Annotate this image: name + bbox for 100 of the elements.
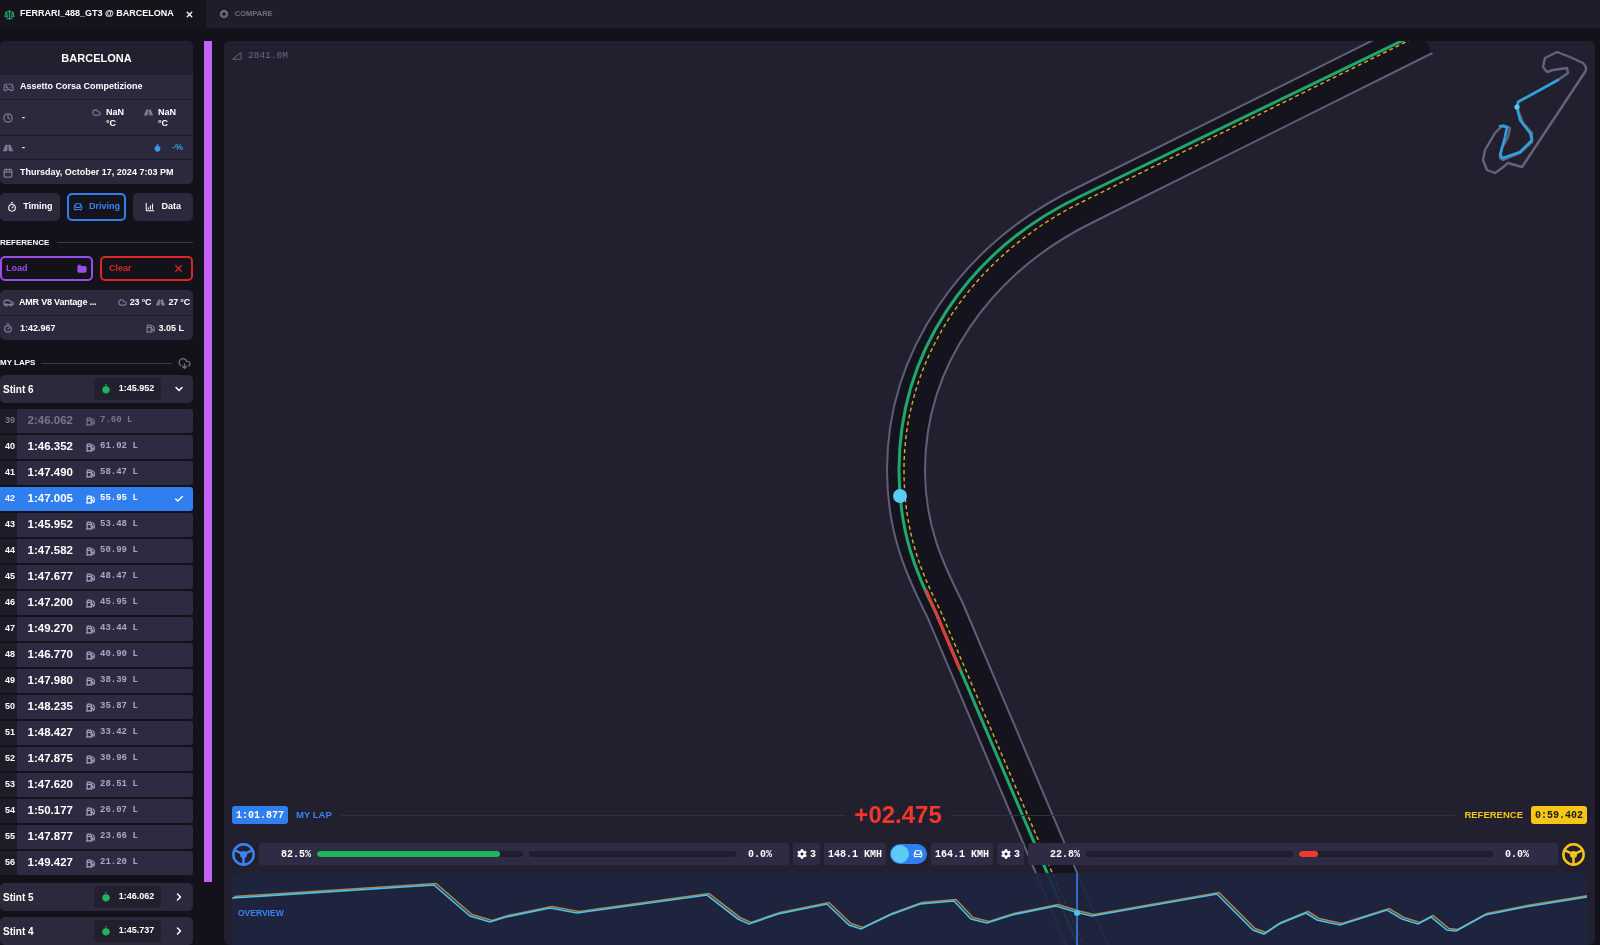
- game-name: Assetto Corsa Competizione: [20, 80, 143, 94]
- stint-header[interactable]: Stint 4 1:45.737: [0, 917, 193, 945]
- lap-row[interactable]: 53 1:47.620 28.51 L: [0, 773, 193, 797]
- pedal-reading: 0.0%: [1505, 847, 1529, 862]
- lap-time: 1:46.352: [27, 439, 73, 455]
- pedal-reading: 0.0%: [748, 847, 772, 862]
- fuel-pump-icon: [86, 494, 95, 504]
- lap-fuel: 45.95 L: [100, 596, 138, 610]
- fuel-pump-icon: [146, 323, 156, 333]
- lap-fuel: 61.02 L: [100, 440, 138, 454]
- lap-fuel: 28.51 L: [100, 778, 138, 792]
- lap-row[interactable]: 42 1:47.005 55.95 L: [0, 487, 193, 511]
- lap-fuel: 55.95 L: [100, 492, 138, 506]
- lap-number: 53: [0, 773, 17, 797]
- gear-icon: [797, 849, 807, 859]
- lap-row[interactable]: 44 1:47.582 50.99 L: [0, 539, 193, 563]
- lap-number: 48: [0, 643, 17, 667]
- lap-fuel: 43.44 L: [100, 622, 138, 636]
- scale-icon: [4, 8, 15, 20]
- track-temperature: NaN °C: [158, 106, 177, 129]
- reference-lap-time: 1:42.967: [20, 321, 56, 335]
- lap-number: 41: [0, 461, 17, 485]
- road-icon: [156, 298, 166, 308]
- lap-row[interactable]: 50 1:48.235 35.87 L: [0, 695, 193, 719]
- cloud-icon: [92, 107, 101, 117]
- stopwatch-icon: [100, 384, 111, 394]
- reference-time-badge: 0:59.402: [1531, 806, 1587, 824]
- gear-icon: [1001, 849, 1011, 859]
- lap-fuel: 58.47 L: [100, 466, 138, 480]
- lap-row[interactable]: 52 1:47.875 30.96 L: [0, 747, 193, 771]
- fuel-pump-icon: [86, 546, 95, 556]
- pedal-reading: 82.5%: [281, 847, 311, 862]
- lap-time: 1:47.490: [27, 465, 73, 481]
- bar-chart-icon: [145, 201, 156, 212]
- lap-row[interactable]: 47 1:49.270 43.44 L: [0, 617, 193, 641]
- lap-row[interactable]: 41 1:47.490 58.47 L: [0, 461, 193, 485]
- distance-readout: 2841.0M: [248, 49, 288, 63]
- stopwatch-icon: [100, 926, 111, 936]
- stopwatch-icon: [7, 201, 18, 212]
- fuel-pump-icon: [86, 624, 95, 634]
- road-icon: [144, 107, 153, 117]
- lap-row[interactable]: 54 1:50.177 26.07 L: [0, 799, 193, 823]
- lap-fuel: 7.60 L: [100, 414, 133, 428]
- lap-row[interactable]: 51 1:48.427 33.42 L: [0, 721, 193, 745]
- pedal-reading: 22.8%: [1050, 847, 1080, 862]
- fuel-pump-icon: [86, 572, 95, 582]
- load-button[interactable]: Load: [0, 255, 93, 282]
- car-position-marker-icon: [893, 489, 907, 503]
- close-icon[interactable]: [184, 9, 194, 19]
- best-lap-badge: 1:46.062: [94, 886, 161, 908]
- track-temperature: 27 °C: [168, 296, 190, 310]
- lap-row[interactable]: 40 1:46.352 61.02 L: [0, 435, 193, 459]
- lap-fuel: 35.87 L: [100, 700, 138, 714]
- lap-number: 47: [0, 617, 17, 641]
- stint-header[interactable]: Stint 6 1:45.952: [0, 375, 193, 403]
- calendar-icon: [3, 167, 13, 178]
- view-tab[interactable]: Driving: [66, 192, 127, 221]
- lap-time: 1:47.200: [27, 595, 73, 611]
- lap-row[interactable]: 43 1:45.952 53.48 L: [0, 513, 193, 537]
- clear-button[interactable]: Clear: [100, 255, 193, 282]
- lap-number: 40: [0, 435, 17, 459]
- lap-row[interactable]: 56 1:49.427 21.20 L: [0, 851, 193, 875]
- road-icon: [3, 142, 13, 153]
- plus-icon: [217, 8, 230, 20]
- stint-header[interactable]: Stint 5 1:46.062: [0, 883, 193, 911]
- lap-time: 2:46.062: [27, 413, 73, 429]
- lap-fuel: 23.66 L: [100, 830, 138, 844]
- toggle-switch[interactable]: [890, 844, 927, 864]
- file-tab[interactable]: FERRARI_488_GT3 @ BARCELONA: [0, 0, 206, 28]
- clock-icon: [3, 112, 13, 123]
- lap-time: 1:47.582: [27, 543, 73, 559]
- air-temperature: 23 °C: [129, 296, 152, 310]
- lap-row[interactable]: 45 1:47.677 48.47 L: [0, 565, 193, 589]
- lap-row[interactable]: 48 1:46.770 40.90 L: [0, 643, 193, 667]
- lap-row[interactable]: 55 1:47.877 23.66 L: [0, 825, 193, 849]
- stint-name: Stint 6: [3, 382, 34, 397]
- lap-time: 1:47.877: [27, 829, 73, 845]
- fuel-pump-icon: [86, 832, 95, 842]
- cloud-icon: [117, 298, 127, 308]
- stint-name: Stint 5: [3, 890, 34, 905]
- speed-readout: 148.1 KMH: [824, 843, 886, 865]
- lap-time: 1:47.677: [27, 569, 73, 585]
- lap-number: 51: [0, 721, 17, 745]
- lap-number: 39: [0, 409, 17, 433]
- lap-time: 1:49.427: [27, 855, 73, 871]
- lap-time: 1:49.270: [27, 621, 73, 637]
- lap-row[interactable]: 49 1:47.980 38.39 L: [0, 669, 193, 693]
- fuel-pump-icon: [86, 650, 95, 660]
- view-tab[interactable]: Timing: [0, 192, 60, 221]
- section-heading: MY LAPS: [0, 357, 36, 369]
- cloud-download-icon[interactable]: [178, 356, 191, 370]
- lap-time: 1:48.235: [27, 699, 73, 715]
- seat-icon: [913, 849, 923, 859]
- lap-row[interactable]: 46 1:47.200 45.95 L: [0, 591, 193, 615]
- gear-value: 3: [1014, 847, 1020, 862]
- weather-value: -: [22, 140, 25, 154]
- session-time: -: [22, 110, 25, 124]
- lap-fuel: 38.39 L: [100, 674, 138, 688]
- reference-fuel: 3.05 L: [158, 321, 184, 335]
- view-tab[interactable]: Data: [133, 192, 193, 221]
